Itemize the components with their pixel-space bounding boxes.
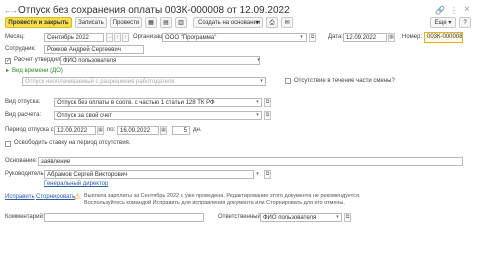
head-field[interactable]: Абрамов Сергей Викторович <box>44 170 254 179</box>
more-label: Еще <box>434 20 447 26</box>
post-and-close-button[interactable]: Провести и закрыть <box>5 17 72 28</box>
chevron-down-icon[interactable]: ▾ <box>254 170 261 179</box>
employee-label: Сотрудник: <box>5 46 36 52</box>
free-rate-label: Освободить ставку на период отсутствия. <box>14 140 131 146</box>
basis-label: Основание: <box>5 158 38 164</box>
link-icon[interactable]: 🔗 <box>435 6 445 15</box>
print-icon[interactable]: ⎙ <box>266 17 278 28</box>
head-open-button[interactable]: ⧉ <box>264 170 271 179</box>
calc-approved-checkbox[interactable] <box>5 57 11 64</box>
month-label: Месяц: <box>5 34 25 40</box>
structure-icon[interactable]: ▥ <box>175 17 187 28</box>
comment-label: Комментарий: <box>5 214 45 220</box>
calendar-icon[interactable]: ▦ <box>97 126 104 135</box>
responsible-field[interactable]: ФИО пользователя <box>260 213 342 222</box>
days-unit-label: дн. <box>193 127 202 133</box>
absence-part-shift-checkbox[interactable] <box>285 78 291 84</box>
chevron-down-icon[interactable]: ▾ <box>298 33 305 42</box>
attachment-icon[interactable]: ✉ <box>281 17 293 28</box>
favorite-star-icon[interactable]: ☆ <box>278 5 286 16</box>
more-menu-icon[interactable]: ⋮ <box>450 6 458 15</box>
create-based-on-button[interactable]: Создать на основании ▾ <box>193 17 263 28</box>
month-field[interactable]: Сентябрь 2022 <box>44 33 104 42</box>
warning-message: Выплата зарплаты за Сентябрь 2022 г. уже… <box>84 193 361 206</box>
days-count-field[interactable]: 5 <box>172 126 190 135</box>
chevron-down-icon[interactable]: ▾ <box>254 98 261 107</box>
close-icon[interactable]: × <box>464 4 470 15</box>
free-rate-checkbox[interactable] <box>5 141 11 147</box>
chevron-down-icon[interactable]: ▾ <box>255 56 262 65</box>
month-select-button[interactable]: … <box>106 33 113 42</box>
save-button[interactable]: Записать <box>75 17 107 28</box>
chevron-down-icon[interactable]: ▾ <box>254 111 261 120</box>
responsible-open-button[interactable]: ⧉ <box>344 213 351 222</box>
absence-part-shift-label: Отсутствие в течение части смены? <box>294 78 395 84</box>
period-from-field[interactable]: 12.09.2022 <box>54 126 96 135</box>
basis-field[interactable]: заявление <box>38 157 463 166</box>
post-button[interactable]: Провести <box>110 17 142 28</box>
period-to-label: по: <box>107 127 116 133</box>
head-position-link[interactable]: Генеральный директор <box>44 180 108 189</box>
more-button[interactable]: Еще ▾ <box>430 17 456 28</box>
comment-field[interactable] <box>44 213 204 222</box>
reverse-link[interactable]: Сторнировать <box>36 193 75 202</box>
create-based-on-label: Создать на основании <box>198 20 261 26</box>
employee-field[interactable]: Рожков Андрей Сергеевич <box>44 45 144 54</box>
calendar-icon[interactable]: ▦ <box>388 33 395 42</box>
time-type-field[interactable]: Отпуск неоплачиваемый с разрешения работ… <box>22 77 266 86</box>
leave-type-open-button[interactable]: ⧉ <box>264 98 271 107</box>
chevron-down-icon: ▾ <box>255 20 259 26</box>
number-label: Номер: <box>402 34 423 40</box>
time-type-toggle-icon[interactable]: ▸ <box>6 67 9 76</box>
head-label: Руководитель: <box>5 171 46 177</box>
page-title: Отпуск без сохранения оплаты 003К-000008… <box>18 5 290 16</box>
document-icon[interactable]: ▤ <box>160 17 172 28</box>
chevron-down-icon[interactable]: ▾ <box>258 77 265 86</box>
calc-approved-field[interactable]: ФИО пользователя <box>60 56 260 65</box>
chevron-down-icon[interactable]: ▾ <box>334 213 341 222</box>
forward-arrow-icon[interactable]: → <box>10 7 18 15</box>
report-icon[interactable]: ▦ <box>145 17 157 28</box>
leave-type-field[interactable]: Отпуск без оплаты в соотв. с частью 1 ст… <box>54 98 262 107</box>
period-from-label: Период отпуска с: <box>5 127 56 133</box>
warning-icon: ⚠ <box>74 192 82 201</box>
organization-open-button[interactable]: ⧉ <box>309 33 316 42</box>
calc-type-open-button[interactable]: ⧉ <box>264 111 271 120</box>
calc-type-label: Вид расчета: <box>5 112 42 118</box>
date-label: Дата: <box>328 34 343 40</box>
period-to-field[interactable]: 16.09.2022 <box>117 126 159 135</box>
responsible-label: Ответственный: <box>218 214 263 220</box>
calc-type-field[interactable]: Отпуск за свой счет <box>54 111 262 120</box>
month-next-button[interactable]: › <box>122 33 129 42</box>
leave-type-label: Вид отпуска: <box>5 99 41 105</box>
calendar-icon[interactable]: ▦ <box>160 126 167 135</box>
date-field[interactable]: 12.09.2022 <box>343 33 387 42</box>
help-button[interactable]: ? <box>459 17 471 28</box>
number-field[interactable]: 003К-000008 <box>424 32 463 43</box>
time-type-label[interactable]: Вид времени (ДО) <box>12 67 63 76</box>
organization-field[interactable]: ООО "Программа" <box>162 33 307 42</box>
calc-approved-label: Расчет утвердил: <box>14 57 63 63</box>
fix-link[interactable]: Исправить <box>5 193 35 202</box>
month-prev-button[interactable]: ‹ <box>114 33 121 42</box>
